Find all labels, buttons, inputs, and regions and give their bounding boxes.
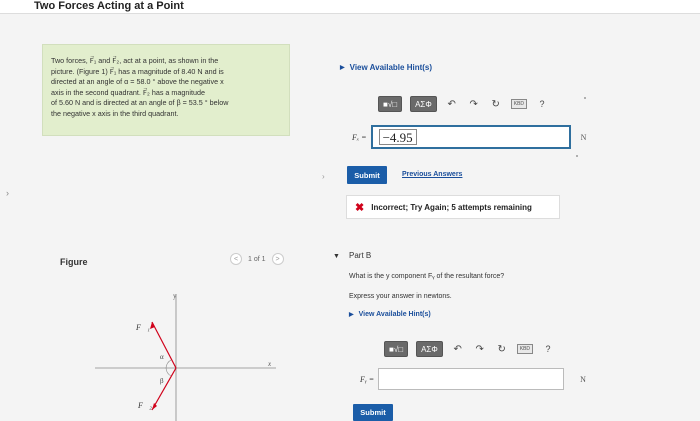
expand-left-icon[interactable]: › [6, 188, 9, 198]
help-icon[interactable]: ? [541, 344, 555, 354]
part-a-submit-button[interactable]: Submit [347, 166, 387, 184]
figure-prev-button[interactable]: < [230, 253, 242, 265]
fy-label: Fᵧ = [360, 374, 375, 384]
reset-icon[interactable]: ↻ [495, 344, 509, 355]
reset-icon[interactable]: ↻ [489, 99, 503, 110]
part-b-answer-row: Fᵧ = N [360, 368, 586, 390]
help-icon[interactable]: ? [535, 99, 549, 109]
figure-next-button[interactable]: > [271, 253, 284, 265]
undo-icon[interactable]: ↶ [445, 99, 459, 110]
f1-vector [151, 321, 177, 369]
part-a-hint-link[interactable]: ▶ View Available Hint(s) [340, 63, 432, 72]
template-button[interactable]: ■√□ [384, 341, 409, 357]
part-b-submit-button[interactable]: Submit [353, 404, 393, 421]
problem-line: Two forces, F⃗₁ and F⃗₂, act at a point,… [51, 56, 219, 65]
redo-icon[interactable]: ↷ [473, 344, 487, 355]
decor-dot [584, 97, 586, 99]
header-bar: Two Forces Acting at a Point [0, 0, 700, 14]
fy-unit: N [580, 374, 586, 384]
hint-label: View Available Hint(s) [349, 63, 433, 72]
incorrect-feedback: ✖ Incorrect; Try Again; 5 attempts remai… [346, 195, 560, 219]
figure-page-count: 1 of 1 [248, 255, 266, 263]
beta-label: β [160, 377, 164, 385]
part-b-toolbar: ■√□ AΣΦ ↶ ↷ ↻ KBD ? [384, 339, 555, 359]
greek-symbols-button[interactable]: AΣΦ [410, 96, 437, 112]
problem-line: of 5.60 N and is directed at an angle of… [51, 98, 229, 108]
incorrect-x-icon: ✖ [355, 201, 365, 214]
part-a-toolbar: ■√□ AΣΦ ↶ ↷ ↻ KBD ? [378, 94, 549, 114]
problem-line: picture. (Figure 1) F⃗₁ has a magnitude … [51, 66, 224, 76]
fx-unit: N [580, 132, 587, 142]
part-b-collapse-icon[interactable]: ▼ [333, 253, 340, 260]
greek-symbols-button[interactable]: AΣΦ [416, 341, 443, 357]
f2-label: F⃗₂ [137, 401, 152, 410]
figure-label: Figure [60, 257, 88, 267]
part-b-question: What is the y component Fᵧ of the result… [349, 273, 505, 280]
redo-icon[interactable]: ↷ [467, 99, 481, 110]
y-axis-label: y [173, 292, 177, 300]
previous-answers-link[interactable]: Previous Answers [402, 171, 462, 178]
template-button[interactable]: ■√□ [378, 96, 403, 112]
feedback-text: Incorrect; Try Again; 5 attempts remaini… [371, 202, 532, 212]
alpha-arc [165, 359, 172, 369]
f2-vector [151, 367, 177, 411]
page-title: Two Forces Acting at a Point [34, 0, 184, 12]
problem-line: directed at an angle of α = 58.0 ° above… [51, 77, 224, 87]
part-b-hint-link[interactable]: ▶ View Available Hint(s) [349, 311, 431, 318]
part-b-instructions: Express your answer in newtons. [349, 293, 452, 300]
fx-answer-value: −4.95 [378, 129, 417, 145]
problem-line: axis in the second quadrant. F⃗₂ has a m… [51, 87, 205, 97]
f2-arrowhead [152, 403, 157, 410]
keyboard-icon[interactable]: KBD [516, 344, 534, 354]
figure-pager: < 1 of 1 > [230, 253, 284, 265]
part-b-title: Part B [349, 251, 372, 260]
fx-label: Fₓ = [352, 132, 367, 142]
alpha-label: α [160, 353, 164, 361]
problem-statement: Two forces, F⃗₁ and F⃗₂, act at a point,… [42, 44, 290, 136]
undo-icon[interactable]: ↶ [451, 344, 465, 355]
keyboard-icon[interactable]: KBD [510, 99, 528, 109]
fx-answer-input[interactable]: −4.95 [370, 125, 571, 149]
expand-mid-icon[interactable]: › [322, 172, 325, 181]
problem-line: the negative x axis in the third quadran… [51, 108, 179, 118]
part-a-answer-row: Fₓ = −4.95 N [352, 125, 586, 149]
decor-dot [576, 155, 578, 157]
force-diagram: y x α β F⃗₁ F⃗₂ [95, 292, 276, 421]
f1-label: F⃗₁ [135, 323, 150, 332]
hint-label: View Available Hint(s) [358, 311, 431, 318]
beta-arc [165, 367, 172, 377]
hint-expand-icon: ▶ [349, 312, 354, 318]
x-axis-label: x [267, 360, 272, 368]
fy-answer-input[interactable] [378, 368, 565, 390]
hint-expand-icon: ▶ [340, 65, 345, 71]
